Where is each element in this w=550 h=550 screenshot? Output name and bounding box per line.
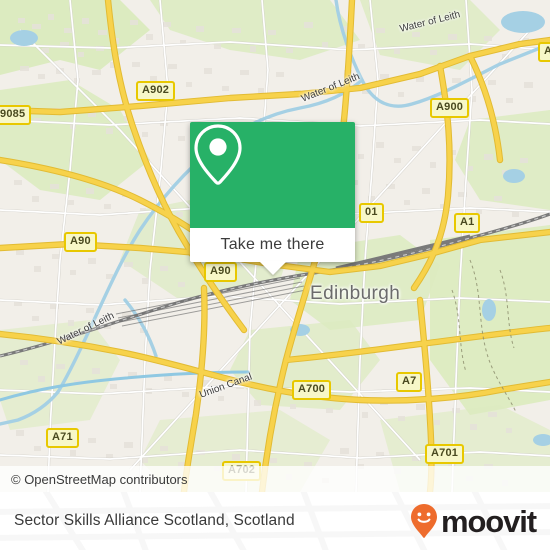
map-canvas[interactable]: Edinburgh Water of Leith Water of Leith … [0,0,550,492]
footer-bar: Sector Skills Alliance Scotland, Scotlan… [0,492,550,550]
road-shield-a901[interactable]: 01 [359,203,384,223]
map-marker-popup[interactable]: Take me there [190,122,355,275]
road-shield-a71[interactable]: A71 [46,428,79,448]
road-shield-a902[interactable]: A902 [136,81,176,101]
road-shield-9085[interactable]: 9085 [0,105,32,125]
map-city-label: Edinburgh [310,283,401,304]
location-title: Sector Skills Alliance Scotland, Scotlan… [14,512,295,529]
road-shield-a701[interactable]: A701 [425,444,465,464]
popup-pointer-tail [258,261,287,275]
moovit-map-screenshot: Edinburgh Water of Leith Water of Leith … [0,0,550,550]
road-shield-a90-west[interactable]: A90 [64,232,97,252]
road-shield-a700[interactable]: A700 [292,380,332,400]
moovit-pin-smile-icon [410,504,437,538]
popup-icon-panel [190,122,355,228]
take-me-there-label: Take me there [220,236,325,253]
map-pin-icon [194,124,242,185]
road-shield-a1-northeast[interactable]: A1 [538,42,550,62]
attribution-text[interactable]: © OpenStreetMap contributors [11,472,188,487]
road-shield-a7[interactable]: A7 [396,372,423,392]
take-me-there-button[interactable]: Take me there [190,228,355,275]
road-shield-a900[interactable]: A900 [430,98,470,118]
moovit-wordmark: moovit [440,503,537,539]
road-shield-a1[interactable]: A1 [454,213,481,233]
map-attribution-bar: © OpenStreetMap contributors [0,466,550,492]
moovit-brand[interactable]: moovit [409,503,537,539]
road-shield-a90-central[interactable]: A90 [204,262,237,282]
